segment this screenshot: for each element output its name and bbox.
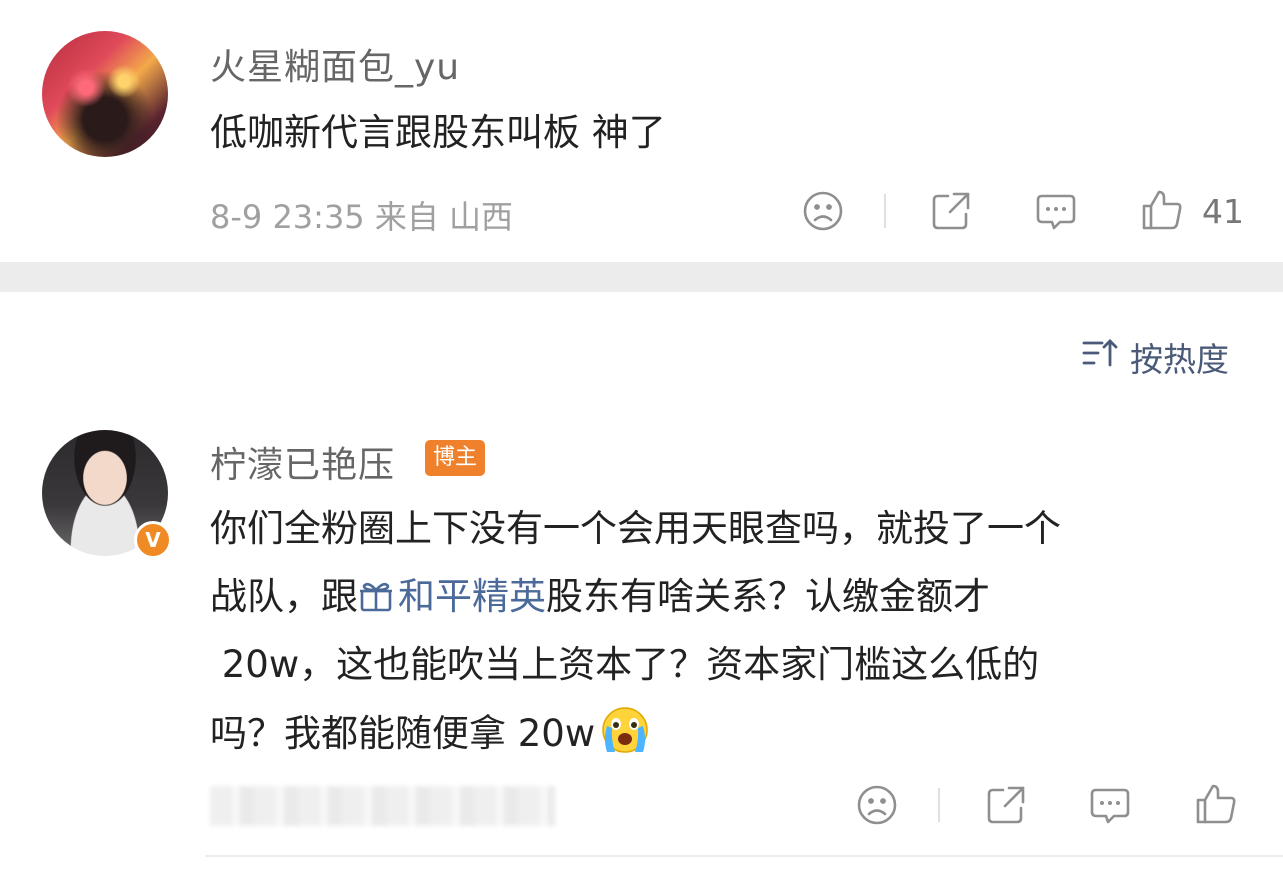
verified-badge: V (134, 521, 172, 559)
topic-link[interactable]: 和平精英 (358, 575, 546, 618)
action-separator (884, 194, 886, 228)
sad-face-icon[interactable] (856, 784, 898, 826)
comment-divider (205, 855, 1283, 857)
sort-by-hot-button[interactable]: 按热度 (1082, 334, 1229, 380)
comment-username[interactable]: 柠濛已艳压 (210, 436, 395, 488)
like-count: 41 (1202, 192, 1244, 231)
comment-content-line: 20w，这也能吹当上资本了？资本家门槛这么低的 (210, 643, 1040, 686)
sad-face-icon[interactable] (802, 190, 844, 232)
comment-icon[interactable] (1034, 190, 1078, 234)
author-badge: 博主 (425, 440, 486, 476)
sort-icon (1082, 337, 1120, 377)
section-divider (0, 262, 1283, 292)
text-segment: 股东有啥关系？认缴金额才 (546, 575, 990, 618)
crying-emoji (597, 700, 653, 756)
comment-username[interactable]: 火星糊面包_yu (210, 38, 460, 90)
avatar[interactable] (42, 31, 168, 157)
share-icon[interactable] (930, 190, 972, 232)
gift-icon (358, 568, 394, 634)
thumbs-up-icon[interactable] (1194, 782, 1238, 826)
comment-content-line: 战队，跟 和平精英股东有啥关系？认缴金额才 (210, 564, 990, 634)
comment-meta: 8-9 23:35 来自 山西 (210, 198, 514, 236)
text-segment: 战队，跟 (210, 575, 358, 618)
comment-icon[interactable] (1088, 784, 1132, 828)
comment-content: 低咖新代言跟股东叫板 神了 (210, 111, 666, 154)
action-separator (938, 788, 940, 822)
comment-content-line: 你们全粉圈上下没有一个会用天眼查吗，就投了一个 (210, 507, 1061, 550)
topic-label: 和平精英 (398, 575, 546, 618)
sort-label: 按热度 (1130, 340, 1229, 379)
comment-content-line: 吗？我都能随便拿 20w (210, 700, 653, 767)
avatar[interactable]: V (42, 430, 172, 559)
thumbs-up-icon[interactable] (1140, 188, 1184, 232)
share-icon[interactable] (985, 784, 1027, 826)
text-segment: 吗？我都能随便拿 20w (210, 712, 596, 755)
blurred-meta (210, 786, 555, 826)
